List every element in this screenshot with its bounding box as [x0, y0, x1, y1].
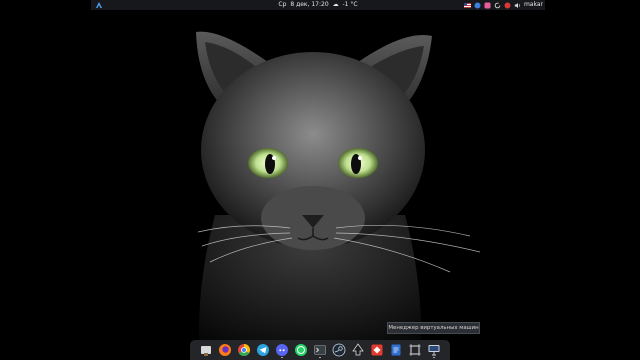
discord-icon [276, 344, 288, 356]
inkscape-icon [352, 343, 364, 356]
firefox-icon [219, 344, 231, 356]
dock-item-writer[interactable] [388, 342, 404, 358]
top-panel: Ср 8 дек, 17:20 ☁ -1 °C makar [91, 0, 545, 10]
dock [190, 340, 450, 360]
dock-tooltip: Менеджер виртуальных машин [387, 322, 480, 334]
anydesk-icon [371, 344, 383, 356]
running-indicator [319, 357, 321, 358]
blue-app-icon[interactable] [474, 2, 481, 9]
dock-item-discord[interactable] [274, 342, 290, 358]
screenshot-icon [409, 344, 421, 356]
dock-item-whatsapp[interactable] [293, 342, 309, 358]
refresh-icon[interactable] [494, 2, 501, 9]
desktop: Ср 8 дек, 17:20 ☁ -1 °C makar Менеджер в… [0, 0, 640, 360]
writer-icon [391, 344, 401, 356]
chrome-icon [238, 344, 251, 357]
running-indicator [433, 357, 435, 358]
cat-wallpaper [0, 0, 640, 360]
running-indicator [281, 357, 283, 358]
dock-item-screenshot[interactable] [407, 342, 423, 358]
us-flag-icon[interactable] [463, 2, 471, 9]
dock-item-virtual-machine-manager[interactable] [426, 342, 442, 358]
dock-item-telegram[interactable] [255, 342, 271, 358]
user-menu[interactable]: makar [524, 0, 543, 10]
whatsapp-icon [295, 344, 307, 356]
temperature: -1 °C [342, 1, 358, 8]
date-time: 8 дек, 17:20 [290, 1, 329, 8]
files-icon [201, 346, 211, 356]
dock-item-terminal[interactable] [312, 342, 328, 358]
red-app-icon[interactable] [504, 2, 511, 9]
virtual-machine-manager-icon [428, 345, 440, 356]
pink-app-icon[interactable] [484, 2, 491, 9]
speaker-icon[interactable] [514, 2, 521, 9]
dock-item-anydesk[interactable] [369, 342, 385, 358]
dock-item-steam[interactable] [331, 342, 347, 358]
weekday: Ср [278, 1, 287, 8]
steam-icon [332, 343, 346, 357]
dock-item-chrome[interactable] [236, 342, 252, 358]
dock-item-inkscape[interactable] [350, 342, 366, 358]
telegram-icon [257, 344, 269, 356]
cloud-icon: ☁ [332, 1, 339, 8]
system-tray: makar [463, 0, 543, 10]
dock-item-firefox[interactable] [217, 342, 233, 358]
dock-item-files[interactable] [198, 342, 214, 358]
terminal-icon [314, 345, 326, 355]
